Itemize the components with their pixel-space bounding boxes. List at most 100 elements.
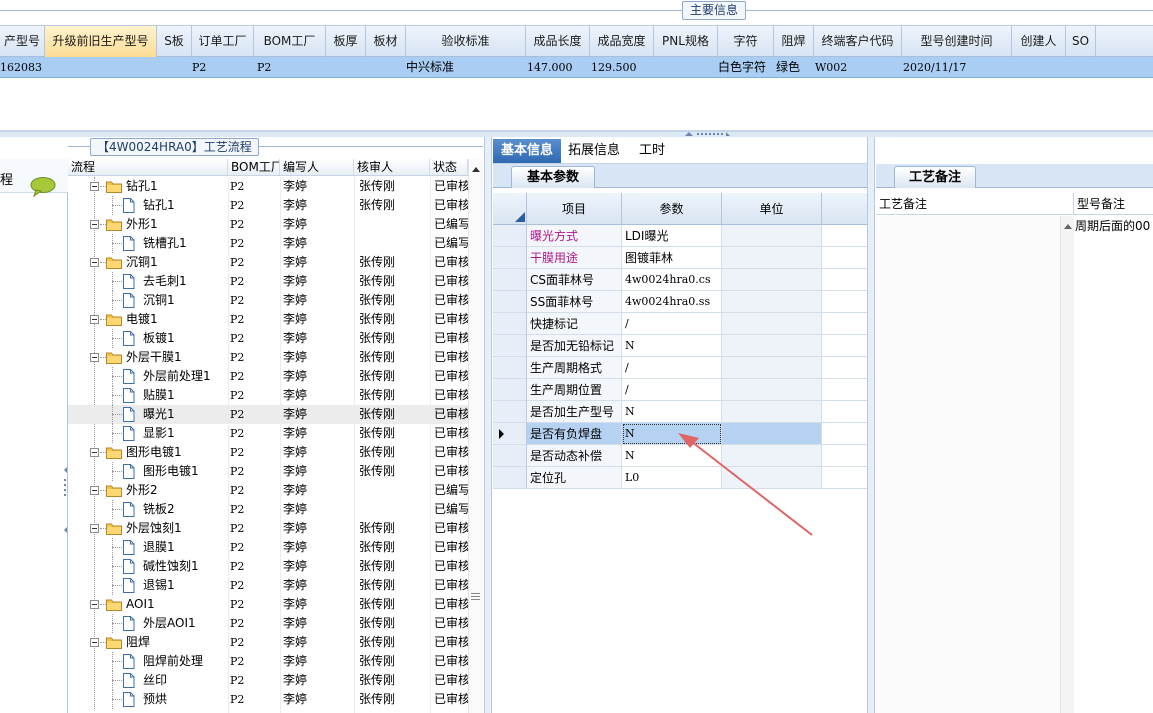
params-grid-corner[interactable] xyxy=(493,193,527,225)
row-selector[interactable] xyxy=(493,225,527,247)
process-step-folder[interactable]: 电镀1 P2 李婷 张传刚 已审核 xyxy=(68,310,468,329)
param-value[interactable]: 4w0024hra0.ss xyxy=(622,291,722,313)
process-step-folder[interactable]: 外层干膜1 P2 李婷 张传刚 已审核 xyxy=(68,348,468,367)
tab-work-hours[interactable]: 工时 xyxy=(629,139,675,163)
param-row[interactable]: 干膜用途 图镀菲林 xyxy=(493,247,870,269)
main-info-cell[interactable]: 中兴标准 xyxy=(406,57,526,78)
process-flow-header-cell[interactable]: 状态 xyxy=(430,159,468,175)
process-remarks-textarea[interactable] xyxy=(876,216,1066,713)
main-info-header-cell[interactable]: 订单工厂 xyxy=(192,26,254,57)
param-unit[interactable] xyxy=(722,291,822,313)
process-step-item[interactable]: 预烘 P2 李婷 张传刚 已审核 xyxy=(68,690,468,709)
tab-extended-info[interactable]: 拓展信息 xyxy=(563,139,625,163)
row-selector[interactable] xyxy=(493,269,527,291)
param-unit[interactable] xyxy=(722,401,822,423)
param-value[interactable]: 4w0024hra0.cs xyxy=(622,269,722,291)
param-value[interactable]: / xyxy=(622,357,722,379)
process-step-item[interactable]: 曝光1 P2 李婷 张传刚 已审核 xyxy=(68,405,468,424)
row-selector[interactable] xyxy=(493,313,527,335)
process-step-item[interactable]: 铣板2 P2 李婷 已编写 xyxy=(68,500,468,519)
main-info-cell[interactable]: P2 xyxy=(192,57,254,78)
scroll-up-arrow-icon[interactable] xyxy=(1063,222,1073,230)
collapse-toggle-icon[interactable] xyxy=(90,220,99,229)
collapse-toggle-icon[interactable] xyxy=(90,182,99,191)
param-unit[interactable] xyxy=(722,467,822,489)
model-remarks-value[interactable]: 周期后面的00 xyxy=(1075,216,1153,236)
param-value[interactable]: N xyxy=(622,445,722,467)
params-header-item[interactable]: 项目 xyxy=(527,193,622,225)
param-value[interactable]: LDI曝光 xyxy=(622,225,722,247)
main-info-header-cell[interactable]: 字符 xyxy=(718,26,774,57)
main-info-cell[interactable]: W002 xyxy=(815,57,903,78)
row-selector[interactable] xyxy=(493,357,527,379)
param-row[interactable]: 是否有负焊盘 N xyxy=(493,423,870,445)
process-step-item[interactable]: 贴膜1 P2 李婷 张传刚 已审核 xyxy=(68,386,468,405)
scroll-thumb-grip-icon[interactable] xyxy=(471,593,480,601)
process-step-folder[interactable]: 钻孔1 P2 李婷 张传刚 已审核 xyxy=(68,177,468,196)
param-row[interactable]: 生产周期位置 / xyxy=(493,379,870,401)
main-info-header-cell[interactable]: 验收标准 xyxy=(406,26,526,57)
main-info-cell[interactable]: 白色字符 xyxy=(718,57,774,78)
process-step-folder[interactable]: 外层蚀刻1 P2 李婷 张传刚 已审核 xyxy=(68,519,468,538)
collapse-toggle-icon[interactable] xyxy=(90,353,99,362)
collapse-toggle-icon[interactable] xyxy=(90,524,99,533)
row-selector[interactable] xyxy=(493,291,527,313)
param-value[interactable]: N xyxy=(622,401,722,423)
main-info-cell[interactable]: 147.000 xyxy=(527,57,591,78)
main-info-cell[interactable]: 绿色 xyxy=(776,57,816,78)
main-info-header-cell[interactable]: 板材 xyxy=(366,26,406,57)
param-value[interactable]: N xyxy=(622,335,722,357)
main-info-cell[interactable]: 162083 xyxy=(0,57,45,78)
main-info-header-cell[interactable]: 阻焊 xyxy=(774,26,814,57)
process-step-item[interactable]: 外层前处理1 P2 李婷 张传刚 已审核 xyxy=(68,367,468,386)
main-info-cell[interactable] xyxy=(326,57,366,78)
main-info-cell[interactable]: P2 xyxy=(257,57,329,78)
param-value[interactable]: N xyxy=(622,423,722,445)
process-flow-header-cell[interactable]: 核审人 xyxy=(354,159,430,175)
param-unit[interactable] xyxy=(722,335,822,357)
row-selector[interactable] xyxy=(493,445,527,467)
row-selector[interactable] xyxy=(493,423,527,445)
process-step-item[interactable]: 显影1 P2 李婷 张传刚 已审核 xyxy=(68,424,468,443)
main-info-cell[interactable] xyxy=(157,57,192,78)
main-info-cell[interactable]: 129.500 xyxy=(591,57,655,78)
process-flow-header-cell[interactable]: 流程 xyxy=(68,159,228,175)
vertical-splitter-left[interactable] xyxy=(484,137,492,713)
main-info-cell[interactable] xyxy=(366,57,406,78)
process-step-folder[interactable]: 外形2 P2 李婷 已编写 xyxy=(68,481,468,500)
main-info-header-cell[interactable]: 终端客户代码 xyxy=(814,26,902,57)
row-selector[interactable] xyxy=(493,467,527,489)
main-info-header-cell[interactable]: 成品长度 xyxy=(526,26,590,57)
process-step-item[interactable]: 外层AOI1 P2 李婷 张传刚 已审核 xyxy=(68,614,468,633)
process-step-folder[interactable]: 外形1 P2 李婷 已编写 xyxy=(68,215,468,234)
main-info-cell[interactable] xyxy=(654,57,718,78)
param-value[interactable]: / xyxy=(622,379,722,401)
process-step-item[interactable]: 阻焊前处理 P2 李婷 张传刚 已审核 xyxy=(68,652,468,671)
process-flow-tree[interactable]: 钻孔1 P2 李婷 张传刚 已审核 钻孔1 P2 李婷 张传刚 已审核 外形1 P2 李婷 已编写 铣槽孔1… xyxy=(68,177,468,713)
main-info-header-cell[interactable]: SO xyxy=(1066,26,1096,57)
process-step-item[interactable]: 碱性蚀刻1 P2 李婷 张传刚 已审核 xyxy=(68,557,468,576)
param-row[interactable]: SS面菲林号 4w0024hra0.ss xyxy=(493,291,870,313)
process-step-item[interactable]: 丝印 P2 李婷 张传刚 已审核 xyxy=(68,671,468,690)
main-info-header-cell[interactable]: 升级前旧生产型号 xyxy=(45,26,157,57)
row-selector[interactable] xyxy=(493,247,527,269)
param-row[interactable]: 曝光方式 LDI曝光 xyxy=(493,225,870,247)
tab-basic-params[interactable]: 基本参数 xyxy=(511,166,595,188)
main-info-header-cell[interactable]: BOM工厂 xyxy=(254,26,326,57)
param-row[interactable]: 是否动态补偿 N xyxy=(493,445,870,467)
process-step-item[interactable]: 去毛刺1 P2 李婷 张传刚 已审核 xyxy=(68,272,468,291)
collapse-toggle-icon[interactable] xyxy=(90,258,99,267)
chat-bubble-icon[interactable] xyxy=(30,177,56,197)
process-flow-header-cell[interactable]: 编写人 xyxy=(280,159,354,175)
main-info-cell[interactable] xyxy=(1066,57,1096,78)
param-row[interactable]: 生产周期格式 / xyxy=(493,357,870,379)
main-info-cell[interactable] xyxy=(1012,57,1066,78)
param-unit[interactable] xyxy=(722,269,822,291)
main-info-cell[interactable] xyxy=(45,57,157,78)
param-unit[interactable] xyxy=(722,379,822,401)
param-row[interactable]: 是否加无铅标记 N xyxy=(493,335,870,357)
vertical-splitter-right[interactable] xyxy=(867,137,875,713)
process-step-folder[interactable]: AOI1 P2 李婷 张传刚 已审核 xyxy=(68,595,468,614)
param-row[interactable]: 快捷标记 / xyxy=(493,313,870,335)
main-info-header-cell[interactable]: 创建人 xyxy=(1012,26,1066,57)
